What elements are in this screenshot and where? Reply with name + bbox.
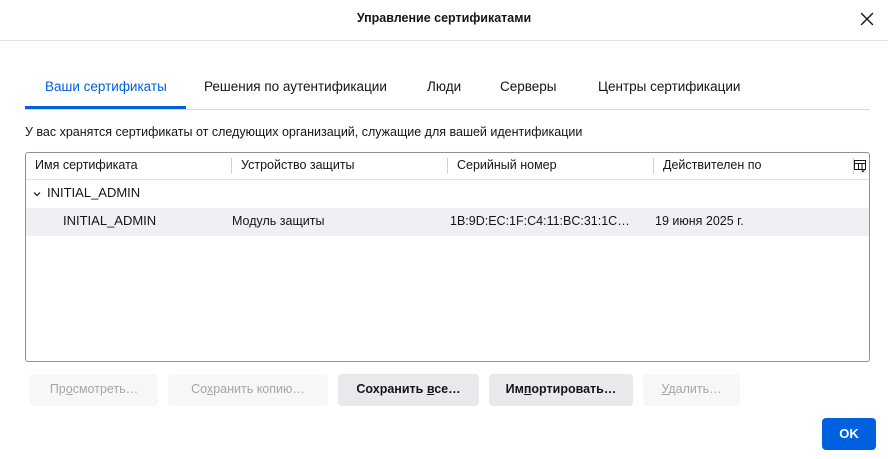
- tree-row[interactable]: INITIAL_ADMIN Модуль защиты 1B:9D:EC:1F:…: [26, 208, 869, 236]
- tab-authorities[interactable]: Центры сертификации: [598, 72, 740, 109]
- tree-header: Имя сертификата Устройство защиты Серийн…: [26, 153, 869, 180]
- save-all-button[interactable]: Сохранить все…: [338, 374, 479, 406]
- save-copy-button-label: Со: [191, 382, 207, 396]
- close-button[interactable]: [858, 10, 876, 28]
- view-button-label: смотреть…: [72, 382, 139, 396]
- delete-button-label: далить…: [668, 382, 722, 396]
- view-button[interactable]: Просмотреть…: [30, 374, 158, 406]
- column-header-serial[interactable]: Серийный номер: [448, 153, 653, 179]
- import-button-label: ортировать…: [531, 382, 617, 396]
- cell-security-device: Модуль защиты: [232, 214, 325, 228]
- delete-button[interactable]: Удалить…: [643, 374, 740, 406]
- description-text: У вас хранятся сертификаты от следующих …: [25, 125, 583, 139]
- import-button[interactable]: Импортировать…: [489, 374, 633, 406]
- column-header-device[interactable]: Устройство защиты: [232, 153, 447, 179]
- tab-servers[interactable]: Серверы: [500, 72, 557, 109]
- certificate-tree[interactable]: Имя сертификата Устройство защиты Серийн…: [25, 152, 870, 362]
- tab-bar: Ваши сертификаты Решения по аутентификац…: [25, 72, 870, 110]
- cell-certificate-name: INITIAL_ADMIN: [63, 213, 157, 228]
- save-copy-button-label: ранить копию…: [213, 382, 305, 396]
- column-picker-icon: [854, 160, 866, 173]
- tab-authentication-decisions[interactable]: Решения по аутентификации: [204, 72, 387, 109]
- active-tab-indicator: [25, 106, 186, 109]
- view-button-label: Пр: [49, 382, 66, 396]
- import-button-label: Им: [505, 382, 524, 396]
- save-all-button-label: се…: [434, 382, 461, 396]
- tab-people[interactable]: Люди: [427, 72, 461, 109]
- tab-your-certificates[interactable]: Ваши сертификаты: [45, 72, 167, 109]
- column-header-name[interactable]: Имя сертификата: [26, 153, 231, 179]
- dialog-title: Управление сертификатами: [356, 11, 532, 25]
- chevron-down-icon[interactable]: [32, 189, 42, 199]
- tree-group-row[interactable]: INITIAL_ADMIN: [26, 180, 869, 208]
- cell-serial-number: 1B:9D:EC:1F:C4:11:BC:31:1C…: [450, 214, 630, 228]
- column-picker-button[interactable]: [852, 158, 868, 174]
- column-header-valid-until[interactable]: Действителен по: [654, 153, 854, 179]
- group-name: INITIAL_ADMIN: [47, 185, 141, 200]
- save-all-button-label: Сохранить: [356, 382, 427, 396]
- ok-button[interactable]: OK: [822, 418, 876, 450]
- save-copy-button[interactable]: Сохранить копию…: [168, 374, 328, 406]
- cell-valid-until: 19 июня 2025 г.: [655, 214, 744, 228]
- title-bar: Управление сертификатами: [0, 0, 888, 41]
- close-icon: [860, 12, 874, 26]
- view-button-accesskey: о: [65, 382, 73, 396]
